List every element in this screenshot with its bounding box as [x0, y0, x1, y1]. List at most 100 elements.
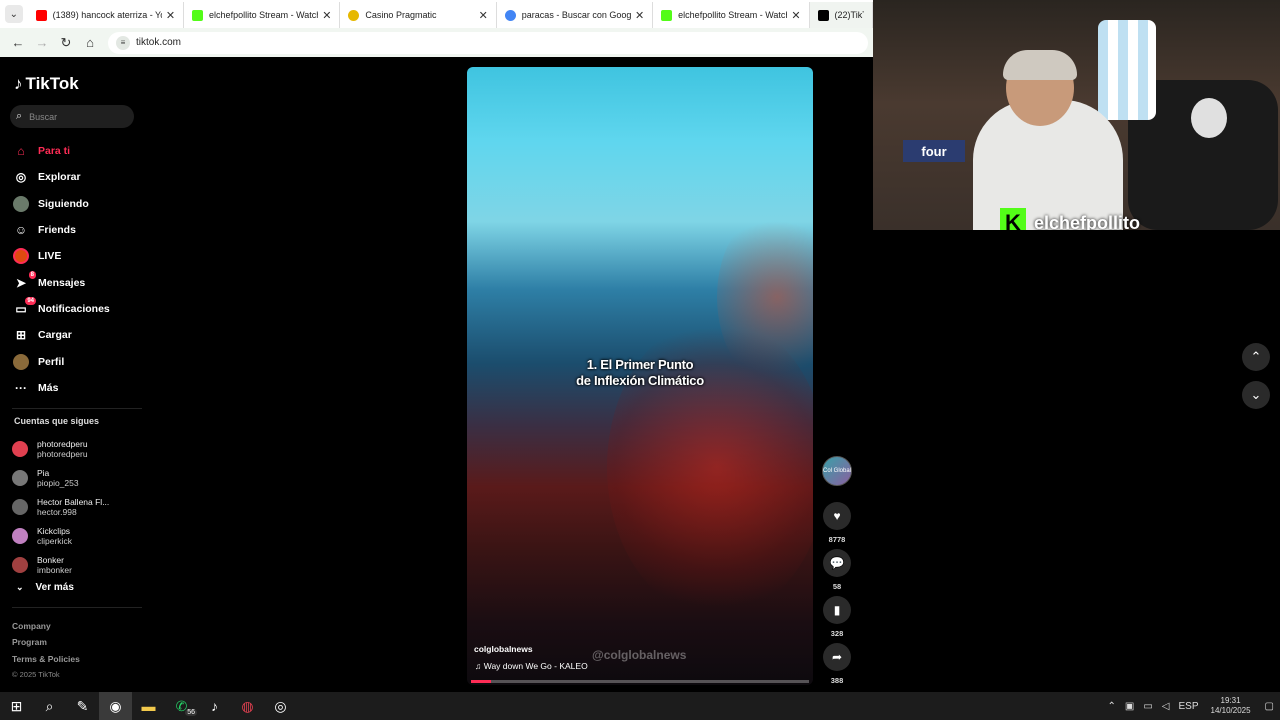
bookmark-icon[interactable]: ▮: [823, 596, 851, 624]
upload-icon: ⊞: [15, 328, 27, 343]
comment-action[interactable]: 💬 58: [822, 549, 852, 591]
following-item[interactable]: Hector Ballena Fl... hector.998: [12, 492, 142, 521]
sidebar: ♪ TikTok ⌕ Buscar ⌂ Para ti ◎ Explorar S…: [0, 58, 150, 692]
share-count: 388: [830, 676, 844, 685]
site-info-icon[interactable]: ≡: [116, 35, 130, 50]
tab-search-button[interactable]: ⌄: [0, 0, 28, 28]
close-icon[interactable]: ✕: [479, 9, 488, 22]
whatsapp-icon[interactable]: ✆ 56: [165, 692, 198, 720]
tiktok-logo[interactable]: ♪ TikTok: [14, 74, 79, 94]
kick-favicon-icon: [192, 9, 204, 21]
browser-tab[interactable]: Casino Pragmatic ✕: [340, 2, 497, 28]
nav-label: LIVE: [38, 250, 62, 263]
following-item[interactable]: Pia piopio_253: [12, 463, 142, 492]
like-count: 8778: [828, 535, 846, 544]
close-icon[interactable]: ✕: [166, 9, 175, 22]
nav-item-cargar[interactable]: ⊞ Cargar: [12, 322, 142, 348]
home-icon[interactable]: ⌂: [78, 31, 102, 55]
app-icon[interactable]: ◎: [264, 692, 297, 720]
tray-app-icon[interactable]: ▣: [1125, 701, 1134, 712]
video-watermark: @colglobalnews: [592, 648, 687, 662]
volume-icon[interactable]: ◁: [1162, 701, 1170, 712]
ver-mas-label: Ver más: [35, 582, 74, 593]
network-icon[interactable]: ▭: [1143, 701, 1152, 712]
browser-toolbar: ← → ↻ ⌂ ≡ tiktok.com: [0, 28, 873, 57]
browser-tab[interactable]: elchefpollito Stream - Watch Li ✕: [653, 2, 810, 28]
creator-avatar-text: Col Global: [823, 468, 852, 474]
close-icon[interactable]: ✕: [322, 9, 331, 22]
nav-item-para-ti[interactable]: ⌂ Para ti: [12, 138, 142, 164]
nav-item-perfil[interactable]: Perfil: [12, 348, 142, 374]
comment-icon[interactable]: 💬: [823, 549, 851, 577]
following-item[interactable]: Kickclips cliperkick: [12, 521, 142, 550]
footer-link-terms[interactable]: Terms & Policies: [12, 651, 80, 667]
video-author[interactable]: colglobalnews: [474, 644, 533, 654]
music-note-icon: ♫: [475, 661, 484, 671]
like-action[interactable]: ♥ 8778: [822, 502, 852, 544]
creator-avatar[interactable]: Col Global: [822, 456, 852, 486]
avatar: [12, 440, 28, 457]
windows-start-icon[interactable]: ⊞: [0, 692, 33, 720]
nav-label: Notificaciones: [38, 302, 110, 315]
tab-title: paracas - Buscar con Google: [521, 10, 631, 20]
account-name: Kickclips: [37, 525, 71, 536]
app-icon[interactable]: ✎: [66, 692, 99, 720]
nav-item-mas[interactable]: ··· Más: [12, 375, 142, 401]
footer-link-program[interactable]: Program: [12, 634, 80, 650]
nav-item-live[interactable]: LIVE: [12, 243, 142, 269]
ver-mas-button[interactable]: ⌄ Ver más: [16, 582, 74, 593]
close-icon[interactable]: ✕: [635, 9, 644, 22]
account-name: Hector Ballena Fl...: [37, 496, 110, 507]
search-input[interactable]: ⌕ Buscar: [10, 105, 134, 128]
next-video-button[interactable]: ⌄: [1242, 381, 1270, 409]
video-player[interactable]: 1. El Primer Punto de Inflexión Climátic…: [467, 67, 813, 685]
browser-tab[interactable]: (1389) hancock aterriza - YouTu ✕: [28, 2, 185, 28]
share-icon[interactable]: ➦: [823, 643, 851, 671]
notification-icon[interactable]: ▢: [1265, 701, 1274, 712]
nav-item-mensajes[interactable]: ➤ 8 Mensajes: [12, 269, 142, 295]
chevron-up-icon: ⌃: [1250, 349, 1262, 364]
share-action[interactable]: ➦ 388: [822, 643, 852, 685]
video-progress-bar[interactable]: [471, 680, 809, 683]
app-icon[interactable]: ◍: [231, 692, 264, 720]
footer-link-company[interactable]: Company: [12, 618, 80, 634]
reload-icon[interactable]: ↻: [54, 31, 78, 55]
clock[interactable]: 19:31 14/10/2025: [1211, 696, 1251, 716]
tab-title: (22)TikTo: [834, 10, 864, 20]
webcam-detail: [1003, 50, 1077, 80]
tab-title: Casino Pragmatic: [365, 10, 437, 20]
language-indicator[interactable]: ESP: [1178, 701, 1198, 712]
nav-item-explorar[interactable]: ◎ Explorar: [12, 164, 142, 190]
live-icon: [12, 247, 30, 265]
chevron-down-icon: ⌄: [4, 5, 23, 23]
url-text: tiktok.com: [136, 37, 182, 48]
account-handle: cliperkick: [37, 535, 72, 546]
tab-title: elchefpollito Stream - Watch Li: [678, 10, 787, 20]
previous-video-button[interactable]: ⌃: [1242, 343, 1270, 371]
forward-arrow-icon[interactable]: →: [30, 31, 54, 55]
following-item[interactable]: photoredperu photoredperu: [12, 434, 142, 463]
address-bar[interactable]: ≡ tiktok.com: [108, 31, 868, 54]
heart-icon[interactable]: ♥: [823, 502, 851, 530]
browser-tab-active[interactable]: (22)TikTo: [809, 2, 873, 28]
nav-item-friends[interactable]: ☺ Friends: [12, 217, 142, 243]
back-arrow-icon[interactable]: ←: [6, 31, 30, 55]
search-icon[interactable]: ⌕: [33, 692, 66, 720]
account-handle: imbonker: [37, 564, 72, 575]
paper-plane-icon: ➤ 8: [15, 270, 36, 290]
file-explorer-icon[interactable]: ▬: [132, 692, 165, 720]
browser-tab[interactable]: elchefpollito Stream - Watch Li ✕: [184, 2, 341, 28]
messages-badge: 8: [28, 270, 36, 279]
following-item[interactable]: Bonker imbonker: [12, 550, 142, 579]
nav-label: Cargar: [38, 329, 72, 342]
save-action[interactable]: ▮ 328: [822, 596, 852, 638]
video-music[interactable]: ♫ Way down We Go - KALEO: [475, 661, 588, 671]
nav-item-notificaciones[interactable]: ▭ 94 Notificaciones: [12, 296, 142, 322]
chrome-icon[interactable]: ◉: [99, 692, 132, 720]
save-count: 328: [830, 629, 844, 638]
close-icon[interactable]: ✕: [791, 9, 800, 22]
nav-item-siguiendo[interactable]: Siguiendo: [12, 191, 142, 217]
chevron-up-icon[interactable]: ⌃: [1107, 701, 1115, 712]
browser-tab[interactable]: paracas - Buscar con Google ✕: [497, 2, 654, 28]
tiktok-icon[interactable]: ♪: [198, 692, 231, 720]
